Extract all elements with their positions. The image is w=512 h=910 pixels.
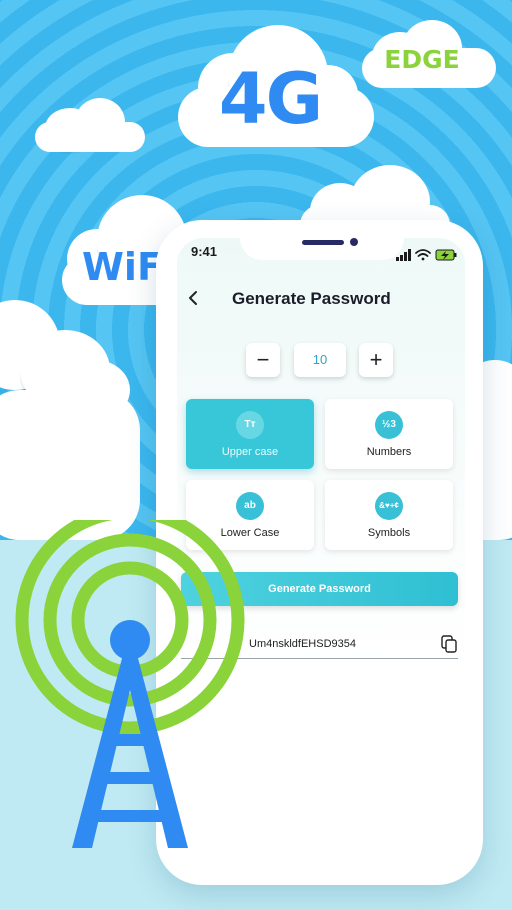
phone-camera	[350, 238, 358, 246]
status-time: 9:41	[191, 244, 218, 259]
phone-speaker	[302, 240, 344, 245]
back-button[interactable]	[186, 288, 204, 308]
length-value[interactable]: 10	[294, 343, 346, 377]
copy-icon[interactable]	[441, 635, 457, 653]
option-upper-case[interactable]: Tт Upper case	[186, 399, 314, 469]
generated-password: Um4nskldfEHSD9354	[249, 638, 356, 650]
upper-case-icon: Tт	[236, 411, 264, 439]
lower-case-icon: ab	[236, 492, 264, 520]
battery-icon	[435, 249, 457, 261]
option-numbers[interactable]: ½3 Numbers	[325, 399, 453, 469]
numbers-icon: ½3	[375, 411, 403, 439]
network-4g-label: 4G	[218, 58, 323, 140]
cloud-small-left	[35, 98, 145, 156]
chevron-left-icon	[189, 291, 197, 305]
plus-icon: +	[369, 347, 383, 372]
minus-icon: −	[256, 347, 270, 372]
status-icons	[396, 249, 457, 261]
option-label: Numbers	[366, 446, 412, 458]
cloud-left-low	[0, 300, 140, 540]
network-edge-label: EDGE	[384, 45, 460, 74]
page-title: Generate Password	[232, 289, 391, 308]
increase-length-button[interactable]: +	[359, 343, 393, 377]
wifi-icon	[415, 249, 431, 261]
option-label: Symbols	[367, 527, 411, 539]
decrease-length-button[interactable]: −	[246, 343, 280, 377]
signal-tower-illustration	[15, 520, 245, 848]
option-symbols[interactable]: &♥+¢ Symbols	[325, 480, 453, 550]
symbols-icon: &♥+¢	[375, 492, 403, 520]
option-label: Upper case	[221, 446, 279, 458]
signal-icon	[396, 249, 411, 261]
